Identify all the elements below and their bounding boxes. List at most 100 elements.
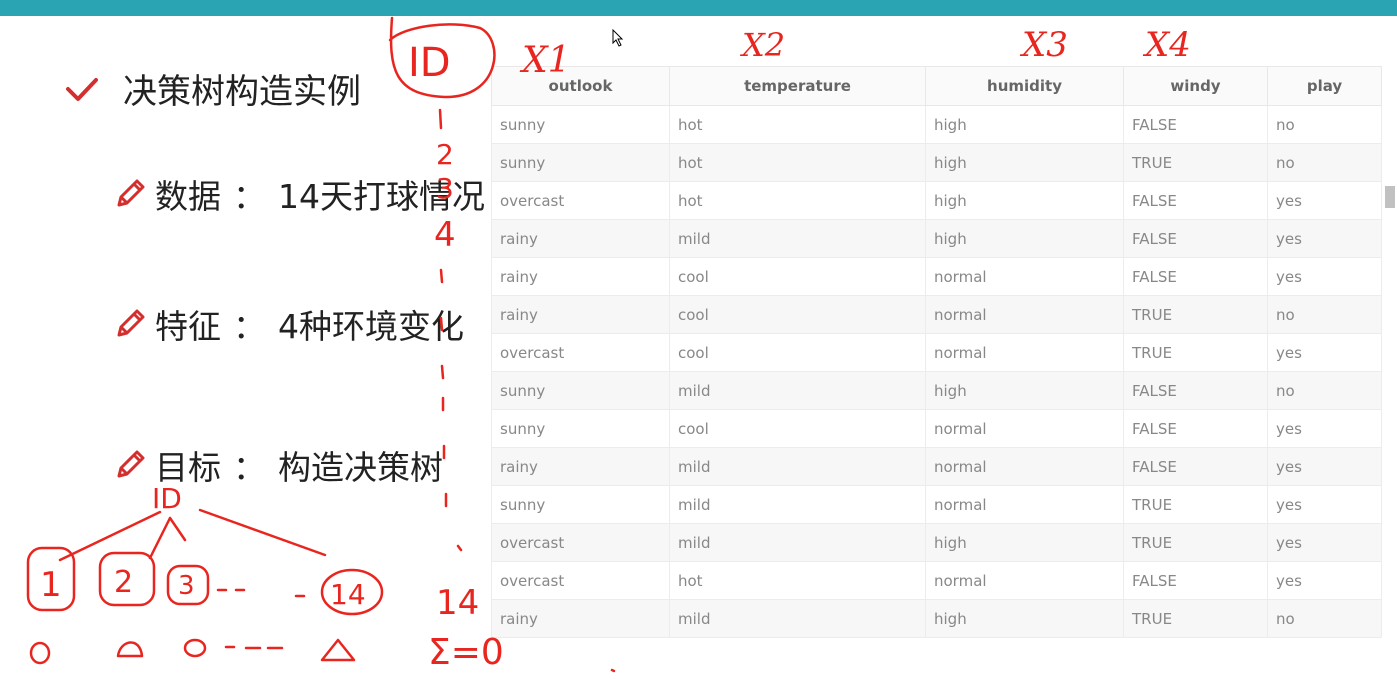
table-row: rainy cool normal FALSE yes	[491, 257, 1382, 296]
bullet-label: 数据	[155, 177, 221, 216]
cell-outlook: sunny	[491, 409, 670, 448]
cell-outlook: sunny	[491, 371, 670, 410]
cell-outlook: rainy	[491, 219, 670, 258]
bullet-label: 目标	[155, 448, 221, 487]
feature-label-x4: X4	[1142, 25, 1191, 65]
cell-play: yes	[1267, 333, 1382, 372]
id-number-2: 2	[436, 138, 454, 171]
table-row: rainy cool normal TRUE no	[491, 295, 1382, 334]
cell-temperature: hot	[669, 143, 926, 182]
feature-label-x3: X3	[1019, 25, 1068, 65]
table-row: rainy mild high TRUE no	[491, 599, 1382, 638]
id-tick-1	[438, 108, 443, 130]
cell-windy: TRUE	[1123, 295, 1268, 334]
cell-play: no	[1267, 105, 1382, 144]
cell-outlook: overcast	[491, 561, 670, 600]
sum-equation: Σ=0	[428, 632, 504, 673]
scrollbar-thumb[interactable]	[1385, 186, 1395, 208]
cell-temperature: hot	[669, 181, 926, 220]
cell-windy: FALSE	[1123, 409, 1268, 448]
cell-play: yes	[1267, 447, 1382, 486]
cell-temperature: hot	[669, 561, 926, 600]
id-circle	[388, 16, 496, 99]
cell-humidity: high	[925, 219, 1124, 258]
bullet-data: 数据 ： 14天打球情况	[113, 170, 485, 218]
cell-humidity: normal	[925, 485, 1124, 524]
bullet-goal: 目标 ： 构造决策树	[113, 441, 443, 489]
table-row: overcast mild high TRUE yes	[491, 523, 1382, 562]
cell-temperature: cool	[669, 409, 926, 448]
id-number-14: 14	[436, 583, 479, 623]
tree-branch-left	[58, 510, 162, 562]
cell-temperature: hot	[669, 105, 926, 144]
table-row: overcast hot high FALSE yes	[491, 181, 1382, 220]
cell-humidity: high	[925, 599, 1124, 638]
bullet-text: 14天打球情况	[278, 177, 485, 216]
cell-windy: TRUE	[1123, 143, 1268, 182]
tree-leaf-1: 1	[40, 565, 62, 605]
id-number-4: 4	[434, 215, 456, 255]
header-humidity[interactable]: humidity	[925, 66, 1124, 106]
cell-temperature: mild	[669, 371, 926, 410]
cell-outlook: overcast	[491, 523, 670, 562]
cell-temperature: cool	[669, 257, 926, 296]
cell-humidity: high	[925, 181, 1124, 220]
cell-play: yes	[1267, 219, 1382, 258]
tree-leaf-3: 3	[178, 571, 195, 601]
cell-temperature: cool	[669, 295, 926, 334]
cell-windy: FALSE	[1123, 561, 1268, 600]
cell-windy: TRUE	[1123, 523, 1268, 562]
cell-temperature: mild	[669, 523, 926, 562]
mouse-cursor-icon	[612, 29, 624, 47]
cell-humidity: normal	[925, 257, 1124, 296]
pencil-icon	[117, 450, 145, 478]
header-windy[interactable]: windy	[1123, 66, 1268, 106]
table-row: rainy mild normal FALSE yes	[491, 447, 1382, 486]
cell-temperature: cool	[669, 333, 926, 372]
cell-outlook: rainy	[491, 447, 670, 486]
cell-temperature: mild	[669, 599, 926, 638]
bullet-colon: ：	[233, 307, 266, 346]
cell-play: yes	[1267, 485, 1382, 524]
cell-outlook: overcast	[491, 181, 670, 220]
cell-play: no	[1267, 295, 1382, 334]
cell-windy: FALSE	[1123, 219, 1268, 258]
cell-outlook: sunny	[491, 485, 670, 524]
cell-play: yes	[1267, 409, 1382, 448]
cell-play: yes	[1267, 257, 1382, 296]
tree-leaf-box-1	[26, 546, 76, 612]
tree-leaf-box-2	[98, 551, 156, 607]
cell-play: no	[1267, 143, 1382, 182]
cell-play: yes	[1267, 181, 1382, 220]
table-row: overcast hot normal FALSE yes	[491, 561, 1382, 600]
table-row: overcast cool normal TRUE yes	[491, 333, 1382, 372]
cell-play: yes	[1267, 561, 1382, 600]
feature-label-x2: X2	[739, 26, 785, 64]
pencil-icon	[117, 179, 145, 207]
bullet-label: 特征	[155, 307, 221, 346]
header-outlook[interactable]: outlook	[491, 66, 670, 106]
weather-data-table: outlook temperature humidity windy play …	[491, 66, 1382, 638]
cell-humidity: normal	[925, 561, 1124, 600]
slide-title-text: 决策树构造实例	[123, 72, 361, 112]
tree-leaf-2: 2	[114, 565, 133, 600]
cell-outlook: rainy	[491, 599, 670, 638]
table-row: sunny hot high FALSE no	[491, 105, 1382, 144]
bullet-text: 4种环境变化	[278, 307, 464, 346]
cell-humidity: high	[925, 143, 1124, 182]
table-row: sunny mild high FALSE no	[491, 371, 1382, 410]
tree-leaf-box-3	[166, 564, 210, 606]
cell-temperature: mild	[669, 485, 926, 524]
table-row: sunny cool normal FALSE yes	[491, 409, 1382, 448]
cell-outlook: sunny	[491, 143, 670, 182]
tree-leaf-box-14	[320, 568, 384, 616]
cell-outlook: overcast	[491, 333, 670, 372]
cell-windy: TRUE	[1123, 485, 1268, 524]
cell-temperature: mild	[669, 447, 926, 486]
header-play[interactable]: play	[1267, 66, 1382, 106]
bullet-features: 特征 ： 4种环境变化	[113, 300, 464, 348]
header-temperature[interactable]: temperature	[669, 66, 926, 106]
id-label: ID	[408, 40, 451, 86]
cell-play: no	[1267, 371, 1382, 410]
cell-outlook: rainy	[491, 295, 670, 334]
